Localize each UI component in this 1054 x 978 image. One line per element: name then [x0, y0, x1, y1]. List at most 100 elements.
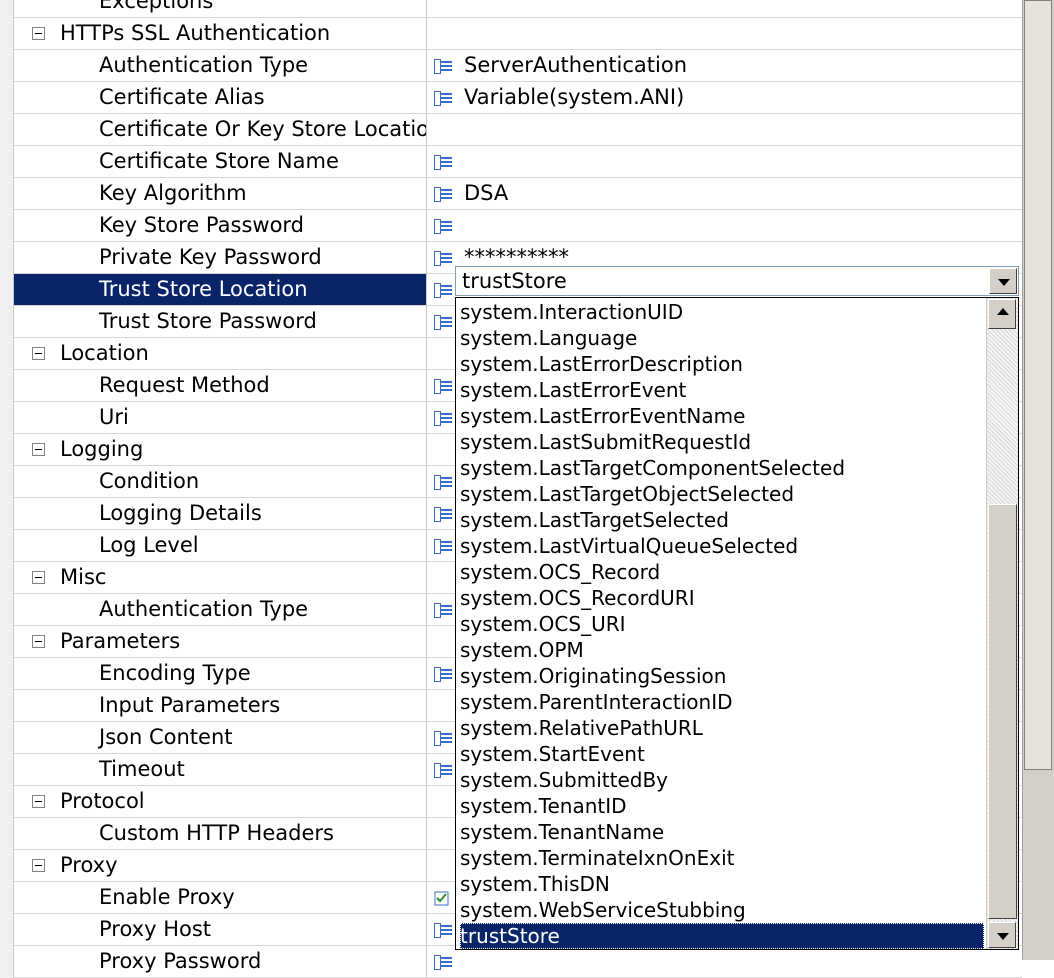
dropdown-option[interactable]: system.LastErrorDescription	[460, 351, 984, 377]
property-value: Variable(system.ANI)	[464, 85, 685, 109]
scroll-up-arrow-icon[interactable]	[988, 299, 1016, 329]
collapse-toggle-icon[interactable]	[32, 795, 45, 808]
dropdown-option[interactable]: system.OCS_Record	[460, 559, 984, 585]
property-name-cell[interactable]: Uri	[14, 402, 427, 434]
property-name-cell[interactable]: Proxy Password	[14, 946, 427, 978]
dropdown-option[interactable]: system.LastErrorEvent	[460, 377, 984, 403]
dropdown-option[interactable]: system.RelativePathURL	[460, 715, 984, 741]
dropdown-option[interactable]: system.ThisDN	[460, 871, 984, 897]
dropdown-option[interactable]: system.Language	[460, 325, 984, 351]
property-row[interactable]: Certificate Store Name	[0, 146, 1022, 178]
combobox-dropdown-button[interactable]	[989, 268, 1017, 294]
property-value-cell[interactable]	[427, 114, 1022, 146]
collapse-toggle-icon[interactable]	[32, 27, 45, 40]
dropdown-option[interactable]: system.WebServiceStubbing	[460, 897, 984, 923]
variable-dropdown-list[interactable]: system.InteractionUID system.Language syst…	[455, 297, 1019, 950]
dropdown-option[interactable]: system.SubmittedBy	[460, 767, 984, 793]
property-name-cell[interactable]: Custom HTTP Headers	[14, 818, 427, 850]
dropdown-scrollbar-thumb[interactable]	[988, 504, 1017, 919]
scroll-down-arrow-icon[interactable]	[988, 922, 1016, 948]
property-row[interactable]: Authentication Type ServerAuthentication	[0, 50, 1022, 82]
property-row[interactable]: Key Algorithm DSA	[0, 178, 1022, 210]
collapse-toggle-icon[interactable]	[32, 347, 45, 360]
dropdown-option[interactable]: system.TerminateIxnOnExit	[460, 845, 984, 871]
property-name-cell[interactable]: Exceptions	[14, 0, 427, 18]
property-value-cell[interactable]	[427, 946, 1022, 978]
dropdown-option[interactable]: system.TenantName	[460, 819, 984, 845]
row-gutter	[0, 914, 14, 946]
dropdown-option[interactable]: system.OCS_RecordURI	[460, 585, 984, 611]
dropdown-list-scrollbar[interactable]	[986, 298, 1018, 949]
dropdown-option[interactable]: system.LastTargetObjectSelected	[460, 481, 984, 507]
property-name-cell[interactable]: Encoding Type	[14, 658, 427, 690]
property-label: Certificate Or Key Store Location	[99, 117, 427, 141]
property-name-cell[interactable]: Trust Store Password	[14, 306, 427, 338]
property-value-cell[interactable]	[427, 0, 1022, 18]
property-label: Log Level	[99, 533, 199, 557]
property-name-cell[interactable]: Authentication Type	[14, 50, 427, 82]
row-gutter	[0, 210, 14, 242]
row-gutter	[0, 498, 14, 530]
property-value-cell	[427, 18, 1022, 50]
property-name-cell[interactable]: Log Level	[14, 530, 427, 562]
dropdown-option[interactable]: system.OPM	[460, 637, 984, 663]
dropdown-option[interactable]: system.LastTargetSelected	[460, 507, 984, 533]
property-name-cell[interactable]: Input Parameters	[14, 690, 427, 722]
dropdown-option[interactable]: system.TenantID	[460, 793, 984, 819]
property-name-cell[interactable]: Proxy Host	[14, 914, 427, 946]
category-name-cell[interactable]: Misc	[14, 562, 427, 594]
property-name-cell[interactable]: Key Algorithm	[14, 178, 427, 210]
property-value-cell[interactable]	[427, 146, 1022, 178]
collapse-toggle-icon[interactable]	[32, 571, 45, 584]
category-name-cell[interactable]: Location	[14, 338, 427, 370]
property-name-cell[interactable]: Timeout	[14, 754, 427, 786]
dropdown-option[interactable]: system.OriginatingSession	[460, 663, 984, 689]
property-name-cell[interactable]: Authentication Type	[14, 594, 427, 626]
dropdown-option[interactable]: system.LastErrorEventName	[460, 403, 984, 429]
property-label: Key Algorithm	[99, 181, 247, 205]
property-name-cell[interactable]: Request Method	[14, 370, 427, 402]
row-gutter	[0, 466, 14, 498]
dropdown-option[interactable]: trustStore	[460, 923, 984, 949]
property-name-cell[interactable]: Logging Details	[14, 498, 427, 530]
property-name-cell[interactable]: Certificate Or Key Store Location	[14, 114, 427, 146]
property-row[interactable]: Certificate Alias Variable(system.ANI)	[0, 82, 1022, 114]
dropdown-option[interactable]: system.InteractionUID	[460, 299, 984, 325]
category-name-cell[interactable]: Parameters	[14, 626, 427, 658]
category-name-cell[interactable]: Logging	[14, 434, 427, 466]
property-label: Encoding Type	[99, 661, 251, 685]
dropdown-option[interactable]: system.StartEvent	[460, 741, 984, 767]
property-row[interactable]: Certificate Or Key Store Location	[0, 114, 1022, 146]
collapse-toggle-icon[interactable]	[32, 859, 45, 872]
property-value-cell[interactable]: DSA	[427, 178, 1022, 210]
property-name-cell[interactable]: Certificate Store Name	[14, 146, 427, 178]
property-value-cell[interactable]: ServerAuthentication	[427, 50, 1022, 82]
property-grid-scrollbar[interactable]	[1022, 0, 1054, 960]
property-value-cell[interactable]	[427, 210, 1022, 242]
category-name-cell[interactable]: Protocol	[14, 786, 427, 818]
category-name-cell[interactable]: Proxy	[14, 850, 427, 882]
property-value-cell[interactable]: Variable(system.ANI)	[427, 82, 1022, 114]
property-name-cell[interactable]: Json Content	[14, 722, 427, 754]
category-name-cell[interactable]: HTTPs SSL Authentication	[14, 18, 427, 50]
property-row[interactable]: Proxy Password	[0, 946, 1022, 978]
property-row[interactable]: Exceptions	[0, 0, 1022, 18]
dropdown-option[interactable]: system.LastVirtualQueueSelected	[460, 533, 984, 559]
collapse-toggle-icon[interactable]	[32, 443, 45, 456]
collapse-toggle-icon[interactable]	[32, 635, 45, 648]
property-row[interactable]: Key Store Password	[0, 210, 1022, 242]
property-name-cell[interactable]: Private Key Password	[14, 242, 427, 274]
dropdown-option[interactable]: system.LastSubmitRequestId	[460, 429, 984, 455]
scrollbar-thumb[interactable]	[1024, 0, 1052, 770]
property-name-cell[interactable]: Trust Store Location	[14, 274, 427, 306]
property-name-cell[interactable]: Condition	[14, 466, 427, 498]
property-name-cell[interactable]: Certificate Alias	[14, 82, 427, 114]
dropdown-option[interactable]: system.ParentInteractionID	[460, 689, 984, 715]
dropdown-option[interactable]: system.OCS_URI	[460, 611, 984, 637]
property-label: Enable Proxy	[99, 885, 235, 909]
property-name-cell[interactable]: Key Store Password	[14, 210, 427, 242]
dropdown-option[interactable]: system.LastTargetComponentSelected	[460, 455, 984, 481]
category-row[interactable]: HTTPs SSL Authentication	[0, 18, 1022, 50]
trust-store-location-combobox[interactable]: trustStore	[455, 266, 1019, 296]
property-name-cell[interactable]: Enable Proxy	[14, 882, 427, 914]
